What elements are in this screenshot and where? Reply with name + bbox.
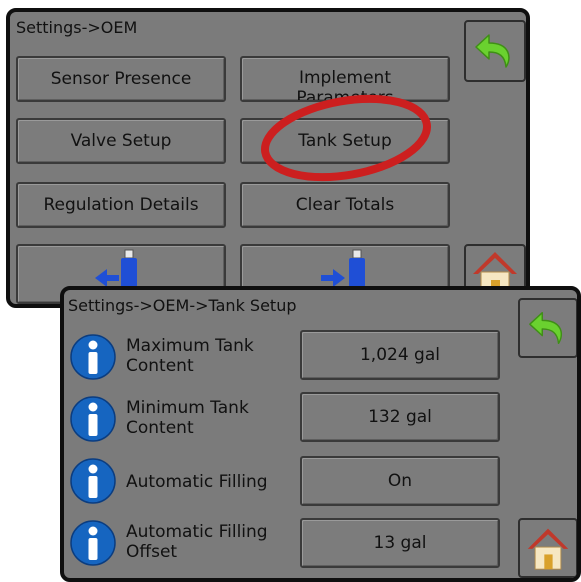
tank-home-button[interactable]	[518, 518, 577, 578]
info-icon[interactable]	[70, 520, 116, 566]
min-tank-content-field[interactable]: 132 gal	[300, 392, 500, 442]
tank-back-button[interactable]	[518, 298, 577, 358]
max-tank-content-label: Maximum Tank Content	[126, 336, 254, 376]
tank-setup-screen: Settings->OEM->Tank Setup Maximum Tank C…	[60, 286, 581, 582]
oem-back-button[interactable]	[464, 20, 526, 82]
min-tank-content-label: Minimum Tank Content	[126, 398, 249, 438]
automatic-filling-label: Automatic Filling	[126, 472, 268, 492]
max-tank-content-field[interactable]: 1,024 gal	[300, 330, 500, 380]
info-icon[interactable]	[70, 396, 116, 442]
automatic-filling-offset-field[interactable]: 13 gal	[300, 518, 500, 568]
automatic-filling-field[interactable]: On	[300, 456, 500, 506]
regulation-details-button[interactable]: Regulation Details	[16, 182, 226, 228]
sensor-presence-button[interactable]: Sensor Presence	[16, 56, 226, 102]
highlight-circle	[260, 94, 432, 182]
tank-screen-title: Settings->OEM->Tank Setup	[68, 296, 297, 315]
home-icon	[527, 528, 569, 570]
oem-settings-screen: Settings->OEM Sensor Presence Implement …	[6, 8, 530, 308]
info-icon[interactable]	[70, 334, 116, 380]
automatic-filling-offset-label: Automatic Filling Offset	[126, 522, 268, 562]
back-arrow-icon	[475, 34, 510, 68]
valve-setup-button[interactable]: Valve Setup	[16, 118, 226, 164]
back-arrow-icon	[529, 311, 562, 345]
info-icon[interactable]	[70, 458, 116, 504]
oem-screen-title: Settings->OEM	[16, 18, 138, 37]
